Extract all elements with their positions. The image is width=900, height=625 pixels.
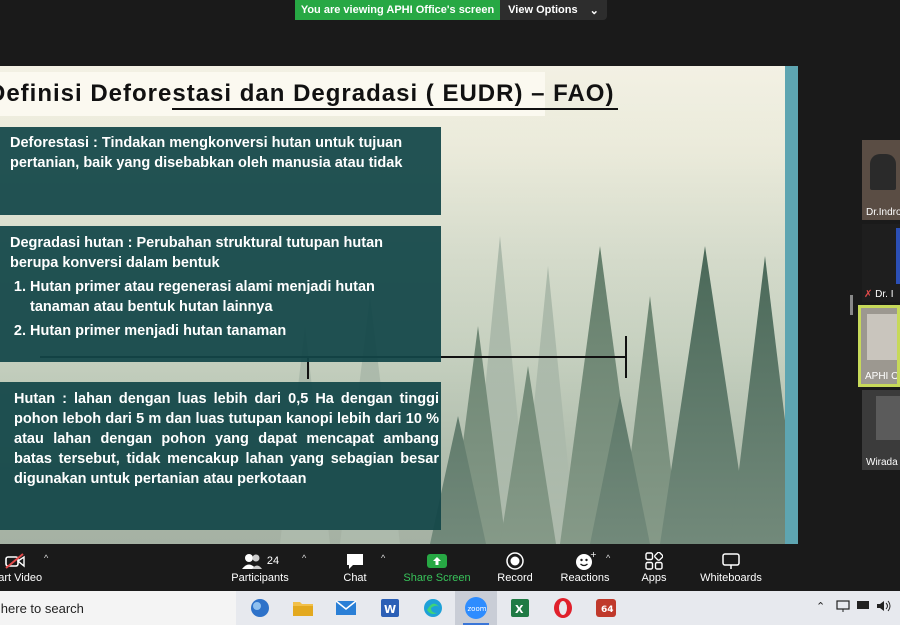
chevron-up-icon[interactable]: ^ (381, 553, 385, 563)
taskbar-search-box[interactable]: Type here to search (0, 591, 236, 625)
word-icon[interactable]: W (377, 595, 403, 621)
panel-resize-handle[interactable] (850, 295, 853, 315)
avatar (870, 154, 896, 190)
participant-name: Dr.Indro (866, 207, 900, 218)
participants-button[interactable]: 24 Participants (225, 550, 295, 584)
share-screen-button[interactable]: Share Screen (402, 550, 472, 584)
svg-text:W: W (384, 603, 396, 616)
participant-name: APHI O (865, 371, 899, 382)
reactions-label: Reactions (560, 572, 610, 584)
excel-icon[interactable]: X (507, 595, 533, 621)
display-icon[interactable] (856, 600, 870, 615)
chat-button[interactable]: Chat (335, 550, 375, 584)
whiteboard-icon (695, 550, 767, 572)
chevron-up-icon[interactable]: ^ (302, 553, 306, 563)
participant-video-tile-active[interactable]: APHI O (858, 305, 900, 387)
list-item: Hutan primer atau regenerasi alami menja… (30, 277, 435, 317)
chevron-up-icon[interactable]: ^ (44, 553, 48, 563)
forest-definition-text: Hutan : lahan dengan luas lebih dari 0,5… (14, 391, 439, 487)
volume-icon[interactable] (876, 600, 892, 615)
svg-text:X: X (515, 603, 524, 616)
chevron-down-icon: ⌄ (589, 4, 599, 17)
divider-tick (625, 336, 627, 378)
participant-video-tile[interactable]: ✗ Dr. I (862, 224, 900, 302)
taskbar-weather-icon[interactable] (247, 595, 273, 621)
deforestation-text: Deforestasi : Tindakan mengkonversi huta… (10, 135, 403, 171)
participant-video-tile[interactable]: Wirada (862, 390, 900, 470)
apps-button[interactable]: Apps (635, 550, 673, 584)
app-with-badge-icon[interactable]: 64 (593, 595, 619, 621)
record-icon (495, 550, 535, 572)
participant-name: Wirada (866, 457, 898, 468)
whiteboards-label: Whiteboards (700, 572, 762, 584)
record-button[interactable]: Record (495, 550, 535, 584)
view-options-label: View Options (508, 4, 578, 16)
start-video-button[interactable]: Start Video (0, 550, 50, 584)
apps-label: Apps (641, 572, 667, 584)
chat-icon (335, 550, 375, 572)
video-edge (896, 228, 900, 284)
video-feed (867, 314, 897, 360)
file-explorer-icon[interactable] (290, 595, 316, 621)
view-options-button[interactable]: View Options ⌄ (500, 0, 607, 20)
network-icon[interactable] (836, 600, 850, 615)
title-underline (172, 108, 618, 110)
video-feed (876, 396, 900, 440)
degradation-list: Hutan primer atau regenerasi alami menja… (10, 277, 435, 341)
degradation-intro: Degradasi hutan : Perubahan struktural t… (10, 235, 384, 271)
share-screen-label: Share Screen (403, 572, 471, 584)
zoom-app-icon[interactable]: zoom (455, 591, 497, 625)
participant-video-tile[interactable]: Dr.Indro (862, 140, 900, 220)
record-label: Record (497, 572, 533, 584)
edge-browser-icon[interactable] (420, 595, 446, 621)
reactions-button[interactable]: + Reactions (557, 550, 613, 584)
chevron-up-icon[interactable]: ⌃ (816, 600, 825, 613)
badge-count: 64 (601, 605, 614, 615)
slide-edge-bar (785, 66, 798, 544)
forest-definition-box: Hutan : lahan dengan luas lebih dari 0,5… (0, 382, 441, 530)
start-video-label: Start Video (0, 572, 43, 584)
search-placeholder: Type here to search (0, 600, 84, 616)
mail-icon[interactable] (333, 595, 359, 621)
degradation-definition-box: Degradasi hutan : Perubahan struktural t… (0, 226, 441, 362)
zoom-label: zoom (468, 605, 487, 613)
chat-label: Chat (343, 572, 367, 584)
slide-title: Definisi Deforestasi dan Degradasi ( EUD… (0, 80, 615, 107)
chevron-up-icon[interactable]: ^ (606, 553, 610, 563)
reactions-icon: + (557, 550, 613, 572)
participant-name: Dr. I (875, 289, 894, 300)
viewing-status-label: You are viewing APHI Office's screen (295, 0, 500, 20)
mic-muted-icon: ✗ (864, 289, 873, 300)
share-screen-icon (402, 550, 472, 572)
participants-icon (241, 554, 262, 569)
deforestation-definition-box: Deforestasi : Tindakan mengkonversi huta… (0, 127, 441, 215)
list-item: Hutan primer menjadi hutan tanaman (30, 321, 435, 341)
opera-browser-icon[interactable] (550, 595, 576, 621)
apps-icon (635, 550, 673, 572)
screen-share-banner: You are viewing APHI Office's screen Vie… (295, 0, 607, 20)
participants-label: Participants (231, 572, 289, 584)
participants-count: 24 (266, 555, 280, 567)
whiteboards-button[interactable]: Whiteboards (695, 550, 767, 584)
svg-text:+: + (590, 551, 596, 559)
video-off-icon (0, 550, 50, 572)
